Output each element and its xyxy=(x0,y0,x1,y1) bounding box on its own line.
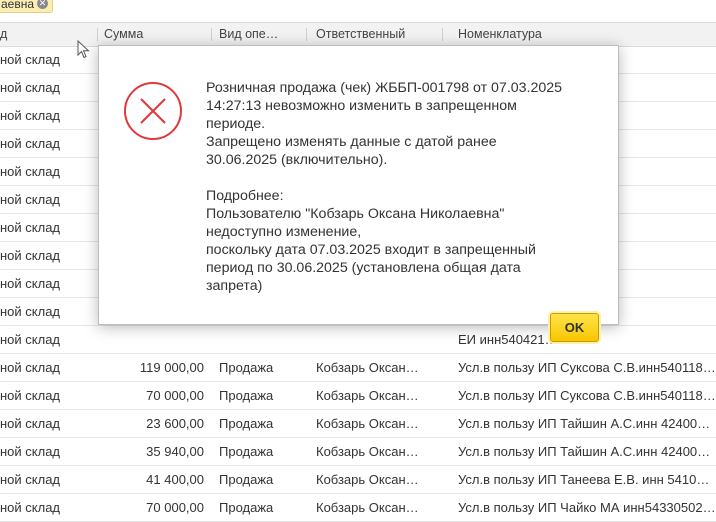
message-line: поскольку дата 07.03.2025 входит в запре… xyxy=(206,242,536,258)
cell-responsible: Кобзарь Оксан… xyxy=(316,500,419,515)
cell-operation-kind: Продажа xyxy=(219,444,274,459)
message-line: Розничная продажа (чек) ЖББП-001798 от 0… xyxy=(206,80,563,96)
cell-operation-kind: Продажа xyxy=(219,472,274,487)
cell-responsible: Кобзарь Оксан… xyxy=(316,388,419,403)
filter-chip[interactable]: аевна ✕ xyxy=(0,0,54,13)
filter-bar: аевна ✕ xyxy=(0,0,716,18)
table-row[interactable]: ной склад 70 000,00 Продажа Кобзарь Оксан… У… xyxy=(0,494,716,522)
cell-nomenclature: Усл.в пользу ИП Чайко МА инн54330502… xyxy=(458,500,716,515)
cell-operation: ной склад xyxy=(0,108,61,123)
cell-operation: ной склад xyxy=(0,80,61,95)
cell-operation-kind: Продажа xyxy=(219,416,274,431)
cell-responsible: Кобзарь Оксан… xyxy=(316,444,419,459)
cell-sum: 70 000,00 xyxy=(146,388,204,403)
column-divider xyxy=(442,28,443,41)
cell-responsible: Кобзарь Оксан… xyxy=(316,416,419,431)
cell-operation-kind: Продажа xyxy=(219,360,274,375)
cell-operation: ной склад xyxy=(0,444,61,459)
message-line: периоде. xyxy=(206,116,266,132)
cell-nomenclature: Усл.в пользу ИП Тайшин А.С.инн 42400… xyxy=(458,416,711,431)
cell-operation: ной склад xyxy=(0,304,61,319)
cell-operation-kind xyxy=(219,326,309,353)
cell-sum: 41 400,00 xyxy=(146,472,204,487)
cell-operation: ной склад xyxy=(0,472,61,487)
cell-nomenclature: Усл.в пользу ИП Танеева Е.В. инн 5410… xyxy=(458,472,710,487)
table-row[interactable]: ной склад 70 000,00 Продажа Кобзарь Оксан… У… xyxy=(0,382,716,410)
column-header-operation-kind[interactable]: Вид опе… xyxy=(219,23,299,46)
cell-sum: 35 940,00 xyxy=(146,444,204,459)
message-line xyxy=(206,169,606,187)
cell-operation: ной склад xyxy=(0,276,61,291)
table-row[interactable]: ной склад 23 600,00 Продажа Кобзарь Оксан… У… xyxy=(0,410,716,438)
cell-responsible: Кобзарь Оксан… xyxy=(316,472,419,487)
cell-operation: ной склад xyxy=(0,164,61,179)
message-line: Подробнее: xyxy=(206,188,284,204)
cell-operation: ной склад xyxy=(0,248,61,263)
error-x-icon xyxy=(124,82,182,140)
cell-operation-kind: Продажа xyxy=(219,388,274,403)
table-header: д Сумма Вид опе… Ответственный Номенклат… xyxy=(0,22,716,47)
column-divider xyxy=(97,28,98,41)
message-line: недоступно изменение, xyxy=(206,224,362,240)
cell-operation: ной склад xyxy=(0,360,61,375)
cell-operation: ной склад xyxy=(0,220,61,235)
message-line: Запрещено изменять данные с датой ранее xyxy=(206,134,497,150)
table-row[interactable]: ной склад 35 940,00 Продажа Кобзарь Оксан… У… xyxy=(0,438,716,466)
message-line: запрета) xyxy=(206,278,263,294)
table-row[interactable]: ной склад 41 400,00 Продажа Кобзарь Оксан… У… xyxy=(0,466,716,494)
column-header-nomenclature[interactable]: Номенклатура xyxy=(458,23,658,46)
cell-responsible xyxy=(316,326,446,353)
cell-sum: 23 600,00 xyxy=(146,416,204,431)
table-row[interactable]: ной склад ЕИ инн540421… xyxy=(0,326,716,354)
column-header-responsible[interactable]: Ответственный xyxy=(316,23,436,46)
filter-chip-label: аевна xyxy=(1,0,35,11)
dialog-message: Розничная продажа (чек) ЖББП-001798 от 0… xyxy=(206,79,606,295)
message-line: 30.06.2025 (включительно). xyxy=(206,152,388,168)
column-divider xyxy=(306,28,307,41)
close-icon[interactable]: ✕ xyxy=(37,0,49,9)
cell-nomenclature: Усл.в пользу ИП Суксова С.В.инн540118… xyxy=(458,360,716,375)
cell-responsible: Кобзарь Оксан… xyxy=(316,360,419,375)
cell-operation: ной склад xyxy=(0,332,61,347)
cell-sum: 119 000,00 xyxy=(139,360,204,375)
cell-operation: ной склад xyxy=(0,500,61,515)
ok-button[interactable]: OK xyxy=(550,313,599,342)
mouse-pointer-icon xyxy=(77,40,90,59)
cell-operation: ной склад xyxy=(0,388,61,403)
cell-nomenclature: Усл.в пользу ИП Суксова С.В.инн540118… xyxy=(458,388,716,403)
message-line: Пользователю "Кобзарь Оксана Николаевна" xyxy=(206,206,505,222)
cell-operation: ной склад xyxy=(0,136,61,151)
cell-sum: 70 000,00 xyxy=(146,500,204,515)
message-line: 14:27:13 невозможно изменить в запрещенн… xyxy=(206,98,517,114)
column-header-operation[interactable]: д xyxy=(0,23,14,46)
cell-operation-kind: Продажа xyxy=(219,500,274,515)
cell-nomenclature: Усл.в пользу ИП Тайшин А.С.инн 42400… xyxy=(458,444,711,459)
cell-sum xyxy=(100,326,204,353)
cell-operation: ной склад xyxy=(0,416,61,431)
table-row[interactable]: ной склад 119 000,00 Продажа Кобзарь Оксан…… xyxy=(0,354,716,382)
message-line: период по 30.06.2025 (установлена общая … xyxy=(206,260,521,276)
column-divider xyxy=(211,28,212,41)
cell-operation: ной склад xyxy=(0,192,61,207)
column-header-sum[interactable]: Сумма xyxy=(104,23,204,46)
error-dialog: Розничная продажа (чек) ЖББП-001798 от 0… xyxy=(98,45,619,342)
